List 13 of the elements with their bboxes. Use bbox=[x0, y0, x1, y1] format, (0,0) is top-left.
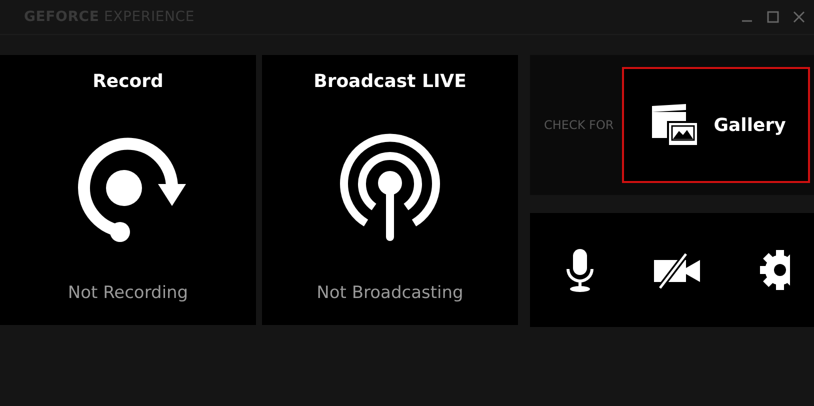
close-icon[interactable] bbox=[792, 10, 806, 24]
maximize-icon[interactable] bbox=[766, 10, 780, 24]
camera-off-icon[interactable] bbox=[652, 250, 702, 290]
status-text: Not Broadcasting bbox=[316, 283, 464, 303]
gallery-button[interactable]: Gallery bbox=[622, 67, 810, 183]
feature-title: Record bbox=[92, 71, 164, 92]
settings-icon[interactable] bbox=[758, 248, 790, 292]
feature-title: Broadcast LIVE bbox=[314, 71, 466, 92]
microphone-icon[interactable] bbox=[564, 247, 596, 293]
status-text: Not Recording bbox=[68, 283, 188, 303]
feature-panel[interactable]: Broadcast LIVE Not Broadcasting bbox=[262, 55, 518, 325]
feature-panel[interactable]: Record Not Recording bbox=[0, 55, 256, 325]
gallery-icon bbox=[650, 102, 700, 148]
